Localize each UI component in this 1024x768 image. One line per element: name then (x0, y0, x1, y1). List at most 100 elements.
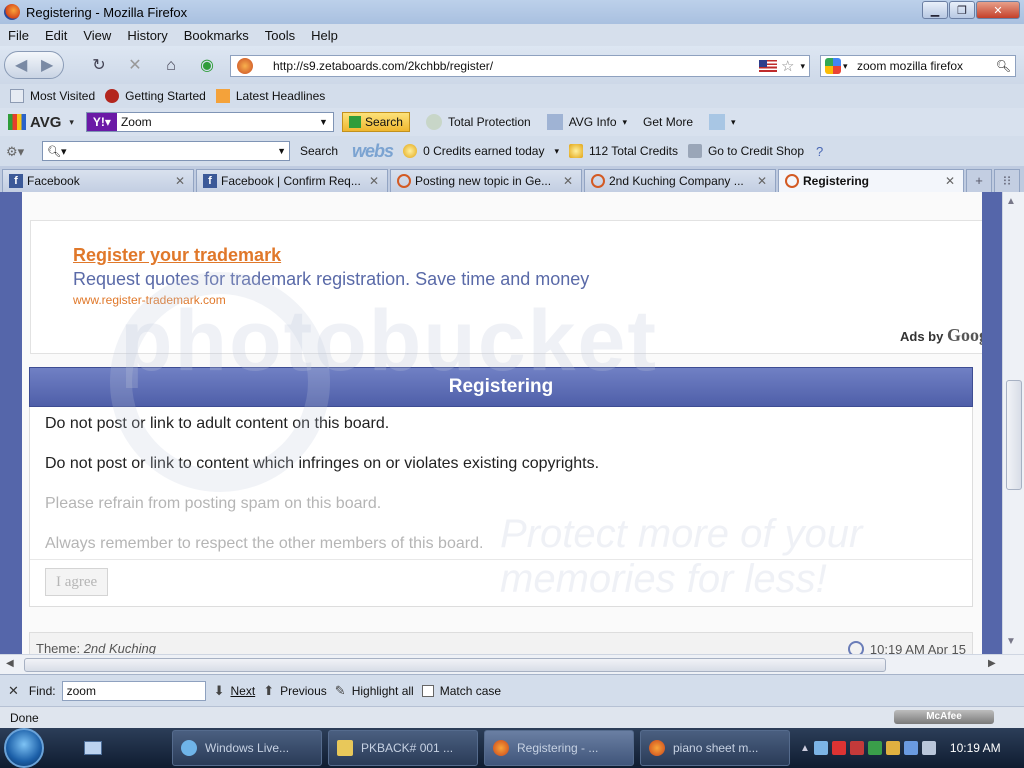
bookmark-star-icon[interactable]: ☆ (781, 57, 794, 75)
tab-facebook[interactable]: f Facebook ✕ (2, 169, 194, 192)
tray-avg-icon[interactable] (867, 741, 882, 755)
vertical-scroll-thumb[interactable] (1006, 380, 1022, 490)
list-all-tabs-button[interactable]: ⁝⁝ (994, 169, 1020, 192)
find-next-button[interactable]: ⬇ Next (214, 683, 256, 699)
close-tab-icon[interactable]: ✕ (173, 174, 187, 188)
menu-view[interactable]: View (75, 28, 119, 43)
taskbar-registering[interactable]: Registering - ... (484, 730, 634, 766)
bookmark-latest-headlines[interactable]: Latest Headlines (215, 89, 325, 103)
match-case-checkbox[interactable]: Match case (421, 684, 501, 698)
bookmark-most-visited[interactable]: Most Visited (10, 89, 95, 103)
url-input[interactable]: http://s9.zetaboards.com/2kchbb/register… (273, 59, 759, 73)
menu-edit[interactable]: Edit (37, 28, 75, 43)
bookmark-getting-started[interactable]: Getting Started (105, 89, 206, 103)
menu-tools[interactable]: Tools (257, 28, 303, 43)
total-protection-button[interactable]: Total Protection (425, 114, 531, 130)
horizontal-scrollbar[interactable]: ◀ ▶ (0, 654, 1024, 674)
avg-info-button[interactable]: AVG Info ▾ (546, 114, 627, 130)
back-arrow-icon[interactable]: ◀ (15, 55, 27, 75)
webs-dropdown-icon[interactable]: ▼ (277, 146, 286, 156)
scroll-left-icon[interactable]: ◀ (6, 658, 14, 669)
tray-mcafee-icon[interactable] (849, 741, 864, 755)
search-engine-dropdown-icon[interactable]: ▾ (843, 61, 848, 72)
close-find-bar-icon[interactable]: ✕ (8, 683, 19, 699)
url-bar[interactable]: http://s9.zetaboards.com/2kchbb/register… (230, 55, 810, 77)
close-window-button[interactable]: ✕ (976, 1, 1020, 19)
get-more-button[interactable]: Get More (643, 115, 693, 129)
taskbar-windows-live[interactable]: Windows Live... (172, 730, 322, 766)
webs-search-button[interactable]: Search (300, 144, 338, 158)
avg-linkscanner-icon[interactable]: ◉ (196, 55, 218, 77)
menu-help[interactable]: Help (303, 28, 346, 43)
vertical-scrollbar[interactable]: ▲ ▼ (1002, 192, 1024, 654)
tray-connection-icon[interactable] (903, 741, 918, 755)
show-desktop-icon[interactable] (84, 741, 102, 755)
stop-icon[interactable]: ✕ (124, 55, 146, 77)
yahoo-search-box[interactable]: Y!▾ Zoom ▼ (85, 112, 334, 132)
menu-history[interactable]: History (119, 28, 175, 43)
google-icon[interactable] (825, 58, 841, 74)
menu-file[interactable]: File (0, 28, 37, 43)
search-icon[interactable]: 🔍︎▾ (47, 145, 67, 158)
close-tab-icon[interactable]: ✕ (561, 174, 575, 188)
gear-icon[interactable]: ⚙▾ (6, 144, 24, 160)
start-button[interactable] (4, 728, 44, 768)
ad-url[interactable]: www.register-trademark.com (73, 293, 226, 307)
forward-arrow-icon[interactable]: ▶ (41, 55, 53, 75)
find-input[interactable]: zoom (61, 680, 206, 701)
search-bar[interactable]: ▾ zoom mozilla firefox 🔍︎ (820, 55, 1016, 77)
close-tab-icon[interactable]: ✕ (755, 174, 769, 188)
agree-button[interactable]: I agree (45, 568, 109, 596)
tray-network-icon[interactable] (813, 741, 828, 755)
credit-shop-link[interactable]: Go to Credit Shop (687, 144, 804, 158)
taskbar-piano-sheet[interactable]: piano sheet m... (640, 730, 790, 766)
scroll-right-icon[interactable]: ▶ (988, 658, 996, 669)
avg-search-button[interactable]: Search (341, 112, 410, 132)
clock-icon (847, 641, 864, 654)
windows-taskbar: Windows Live... PKBACK# 001 ... Register… (0, 728, 1024, 768)
mcafee-siteadvisor-button[interactable]: McAfee (894, 710, 994, 724)
highlight-all-button[interactable]: ✎ Highlight all (335, 683, 414, 699)
find-previous-button[interactable]: ⬆ Previous (263, 683, 327, 699)
maximize-button[interactable]: ❐ (949, 1, 975, 19)
taskbar-pkback[interactable]: PKBACK# 001 ... (328, 730, 478, 766)
menu-bookmarks[interactable]: Bookmarks (176, 28, 257, 43)
ad-title-link[interactable]: Register your trademark (73, 245, 281, 266)
scroll-up-icon[interactable]: ▲ (1006, 196, 1016, 207)
url-dropdown-icon[interactable]: ▾ (800, 61, 805, 72)
webs-logo[interactable]: webs (352, 141, 394, 162)
total-credits[interactable]: 112 Total Credits (569, 144, 678, 158)
minimize-button[interactable]: ▁ (922, 1, 948, 19)
avg-dropdown-icon[interactable]: ▾ (69, 117, 74, 128)
tray-update-icon[interactable] (885, 741, 900, 755)
help-icon[interactable]: ? (816, 144, 823, 159)
tab-2nd-kuching[interactable]: 2nd Kuching Company ... ✕ (584, 169, 776, 192)
home-icon[interactable]: ⌂ (160, 55, 182, 77)
weather-button[interactable]: ▾ (709, 114, 736, 130)
credits-today[interactable]: 0 Credits earned today ▾ (403, 144, 559, 158)
ads-by-google[interactable]: Ads by Googl (900, 325, 993, 346)
horizontal-scroll-thumb[interactable] (24, 658, 886, 672)
tab-facebook-confirm[interactable]: f Facebook | Confirm Req... ✕ (196, 169, 388, 192)
back-forward-buttons[interactable]: ◀ ▶ (4, 51, 64, 79)
tab-posting-new-topic[interactable]: Posting new topic in Ge... ✕ (390, 169, 582, 192)
new-tab-button[interactable]: + (966, 169, 992, 192)
taskbar-clock[interactable]: 10:19 AM (950, 741, 1001, 755)
chevron-up-icon[interactable]: ▲ (800, 743, 810, 754)
tray-security-icon[interactable] (831, 741, 846, 755)
close-tab-icon[interactable]: ✕ (943, 174, 957, 188)
yahoo-dropdown-icon[interactable]: ▼ (319, 113, 333, 131)
yahoo-icon[interactable]: Y!▾ (86, 113, 117, 131)
close-tab-icon[interactable]: ✕ (367, 174, 381, 188)
search-input[interactable]: zoom mozilla firefox (857, 59, 996, 73)
webs-search-box[interactable]: 🔍︎▾ ▼ (42, 141, 290, 161)
checkbox-icon[interactable] (421, 684, 434, 697)
speaker-icon[interactable] (921, 741, 936, 755)
search-icon[interactable]: 🔍︎ (996, 59, 1011, 73)
tab-registering[interactable]: Registering ✕ (778, 169, 964, 192)
yahoo-search-input[interactable]: Zoom (117, 113, 319, 131)
reload-icon[interactable]: ↻ (88, 55, 110, 77)
avg-logo[interactable]: AVG ▾ (8, 114, 74, 131)
scroll-down-icon[interactable]: ▼ (1006, 636, 1016, 647)
theme-name-link[interactable]: 2nd Kuching (84, 641, 156, 654)
